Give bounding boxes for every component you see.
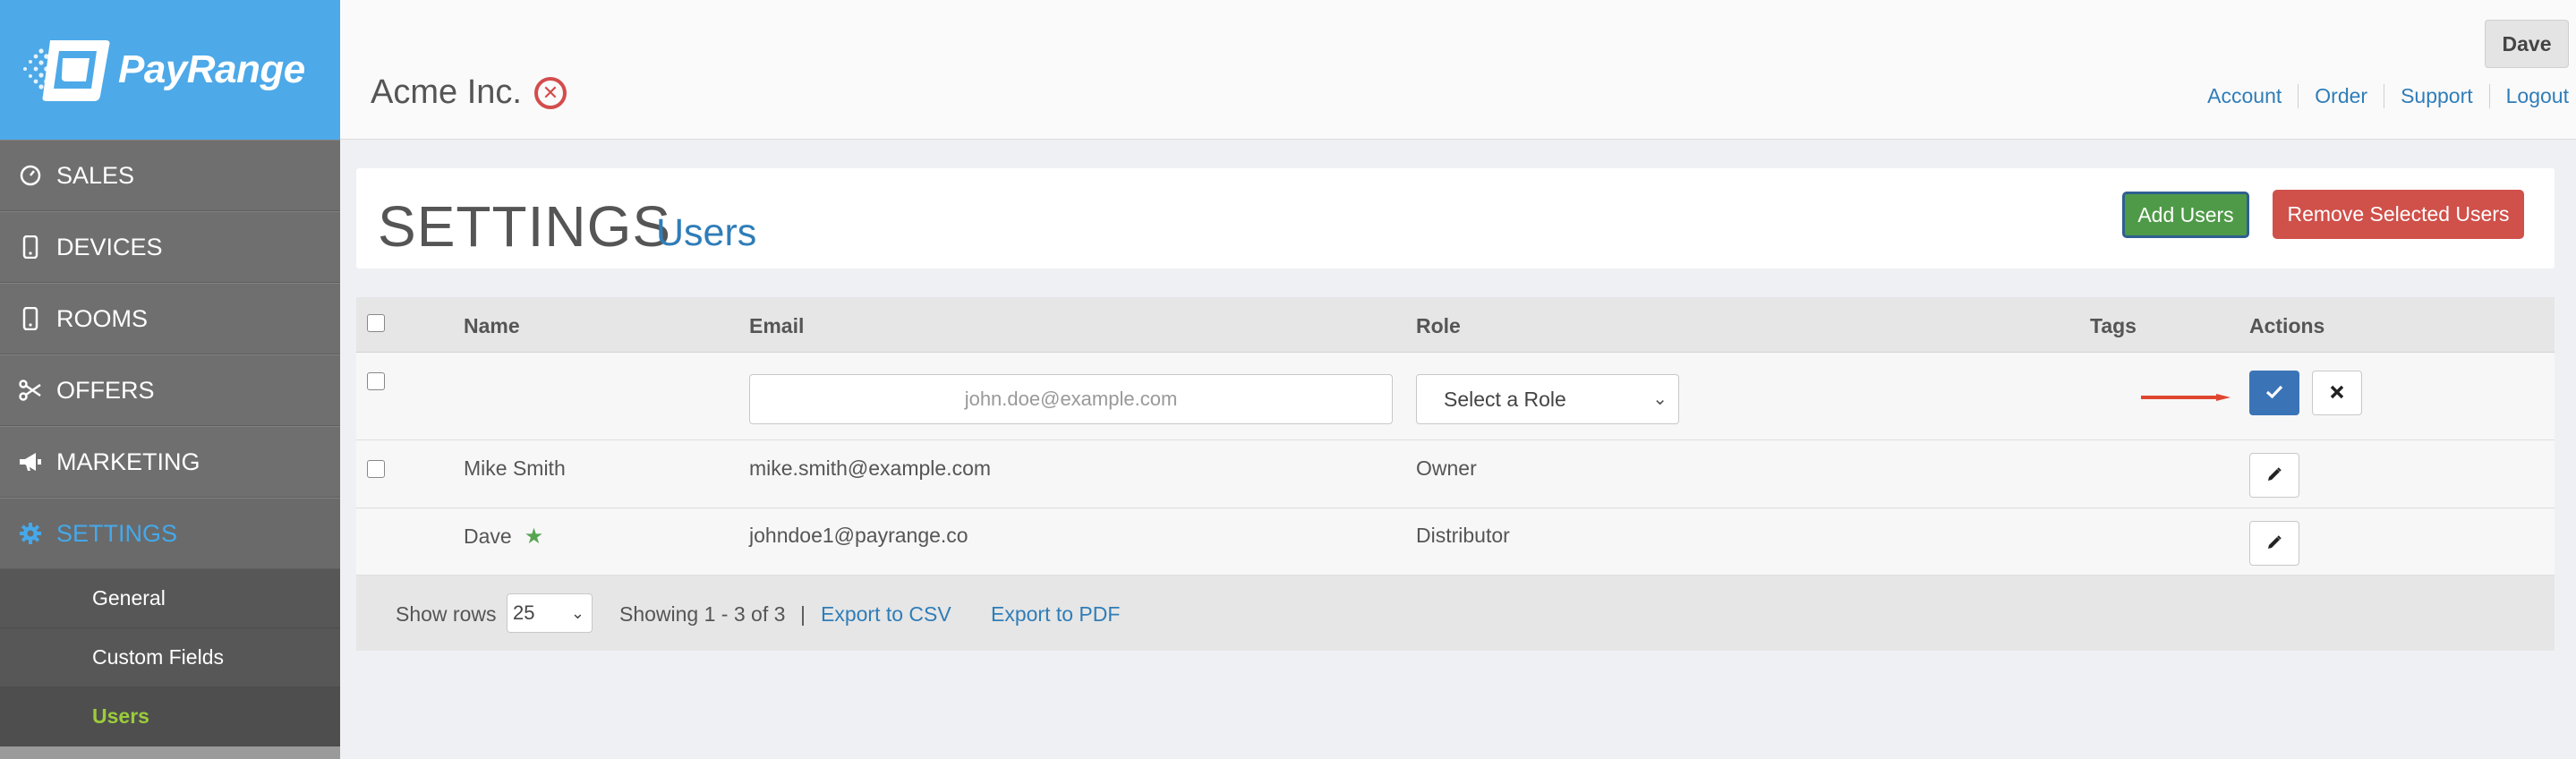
table-row: Mike Smith mike.smith@example.com Owner xyxy=(356,440,2555,508)
table-footer: Show rows 25 ⌄ Showing 1 - 3 of 3 | Expo… xyxy=(356,576,2555,651)
subnav-item-custom-fields[interactable]: Custom Fields xyxy=(0,628,340,687)
scissors-icon xyxy=(18,378,43,403)
checkmark-icon xyxy=(2265,380,2283,405)
column-header-role: Role xyxy=(1416,314,1461,337)
role-select-value: Select a Role xyxy=(1444,388,1566,411)
table-row: Dave ★ johndoe1@payrange.co Distributor xyxy=(356,508,2555,576)
sidebar-item-marketing[interactable]: MARKETING xyxy=(0,426,340,498)
sidebar: PayRange SALES DEVICES ROOMS OFFERS MARK… xyxy=(0,0,340,759)
sidebar-item-offers[interactable]: OFFERS xyxy=(0,354,340,426)
edit-button[interactable] xyxy=(2249,521,2299,566)
gear-icon xyxy=(18,521,43,546)
subnav-item-label: General xyxy=(92,586,166,610)
chevron-down-icon: ⌄ xyxy=(570,604,584,622)
sidebar-item-sales[interactable]: SALES xyxy=(0,140,340,211)
row-checkbox[interactable] xyxy=(367,372,385,390)
select-all-checkbox[interactable] xyxy=(367,314,385,332)
role-select[interactable]: Select a Role ⌄ xyxy=(1416,374,1679,424)
arrow-right-icon xyxy=(2141,394,2231,401)
sidebar-item-rooms[interactable]: ROOMS xyxy=(0,283,340,354)
payrange-logo-icon xyxy=(20,33,113,107)
pagination-summary: Showing 1 - 3 of 3 xyxy=(619,602,786,626)
company-name: Acme Inc. ✕ xyxy=(371,73,567,112)
phone-icon xyxy=(18,306,43,331)
rows-per-page-value: 25 xyxy=(513,601,535,624)
column-header-tags: Tags xyxy=(2090,314,2137,337)
column-header-name: Name xyxy=(464,314,520,337)
sidebar-item-label: MARKETING xyxy=(56,448,200,475)
phone-icon xyxy=(18,235,43,260)
company-label: Acme Inc. xyxy=(371,73,522,111)
cancel-button[interactable] xyxy=(2312,371,2362,415)
page-title: SETTINGS xyxy=(378,194,672,259)
support-link[interactable]: Support xyxy=(2384,84,2489,108)
user-role: Owner xyxy=(1416,456,1477,480)
sidebar-item-label: SETTINGS xyxy=(56,519,178,547)
column-header-actions: Actions xyxy=(2249,314,2325,337)
brand-name: PayRange xyxy=(118,47,305,91)
sidebar-item-settings[interactable]: SETTINGS xyxy=(0,498,340,569)
top-links: Account Order Support Logout xyxy=(2191,84,2569,108)
user-name-cell: Dave ★ xyxy=(464,524,543,550)
chevron-down-icon: ⌄ xyxy=(1652,389,1668,409)
subnav-item-general[interactable]: General xyxy=(0,569,340,628)
brand-logo[interactable]: PayRange xyxy=(0,0,340,140)
export-pdf-link[interactable]: Export to PDF xyxy=(991,602,1120,627)
user-email: johndoe1@payrange.co xyxy=(749,524,968,547)
megaphone-icon xyxy=(18,449,43,474)
pencil-icon xyxy=(2266,532,2282,556)
row-checkbox[interactable] xyxy=(367,460,385,478)
sidebar-item-label: SALES xyxy=(56,161,135,189)
email-field[interactable]: john.doe@example.com xyxy=(749,374,1393,424)
sidebar-item-label: OFFERS xyxy=(56,376,155,404)
page-title-card: SETTINGS Users Add Users Remove Selected… xyxy=(356,168,2555,269)
edit-button[interactable] xyxy=(2249,453,2299,498)
user-name: Dave xyxy=(464,524,512,548)
sidebar-item-label: ROOMS xyxy=(56,304,149,332)
subnav-item-users[interactable]: Users xyxy=(0,687,340,746)
column-header-email: Email xyxy=(749,314,805,337)
account-link[interactable]: Account xyxy=(2191,84,2298,108)
add-users-button[interactable]: Add Users xyxy=(2122,192,2249,238)
user-role: Distributor xyxy=(1416,524,1510,547)
separator: | xyxy=(800,602,806,626)
rows-per-page-select[interactable]: 25 ⌄ xyxy=(507,593,593,633)
user-name: Mike Smith xyxy=(464,456,566,480)
users-table: Name Email Role Tags Actions john.doe@ex… xyxy=(356,297,2555,651)
close-icon xyxy=(2330,380,2344,405)
pencil-icon xyxy=(2266,464,2282,488)
user-menu-button[interactable]: Dave xyxy=(2485,20,2569,68)
star-icon: ★ xyxy=(524,524,544,549)
sidebar-item-label: DEVICES xyxy=(56,233,163,260)
close-circle-icon[interactable]: ✕ xyxy=(533,76,567,109)
order-link[interactable]: Order xyxy=(2298,84,2384,108)
user-email: mike.smith@example.com xyxy=(749,456,992,480)
logout-link[interactable]: Logout xyxy=(2488,84,2569,108)
remove-selected-users-button[interactable]: Remove Selected Users xyxy=(2273,190,2524,239)
show-rows-label: Show rows xyxy=(396,602,497,626)
sidebar-divider xyxy=(0,746,340,759)
page-subtitle: Users xyxy=(656,211,757,254)
sidebar-item-devices[interactable]: DEVICES xyxy=(0,211,340,283)
subnav-item-label: Custom Fields xyxy=(92,645,224,669)
settings-subnav: General Custom Fields Users xyxy=(0,569,340,746)
confirm-button[interactable] xyxy=(2249,371,2299,415)
new-user-row: john.doe@example.com Select a Role ⌄ xyxy=(356,353,2555,440)
top-header: Acme Inc. ✕ Dave Account Order Support L… xyxy=(340,0,2576,140)
subnav-item-label: Users xyxy=(92,704,149,728)
speedometer-icon xyxy=(18,163,43,188)
table-header: Name Email Role Tags Actions xyxy=(356,297,2555,353)
export-csv-link[interactable]: Export to CSV xyxy=(821,602,951,627)
